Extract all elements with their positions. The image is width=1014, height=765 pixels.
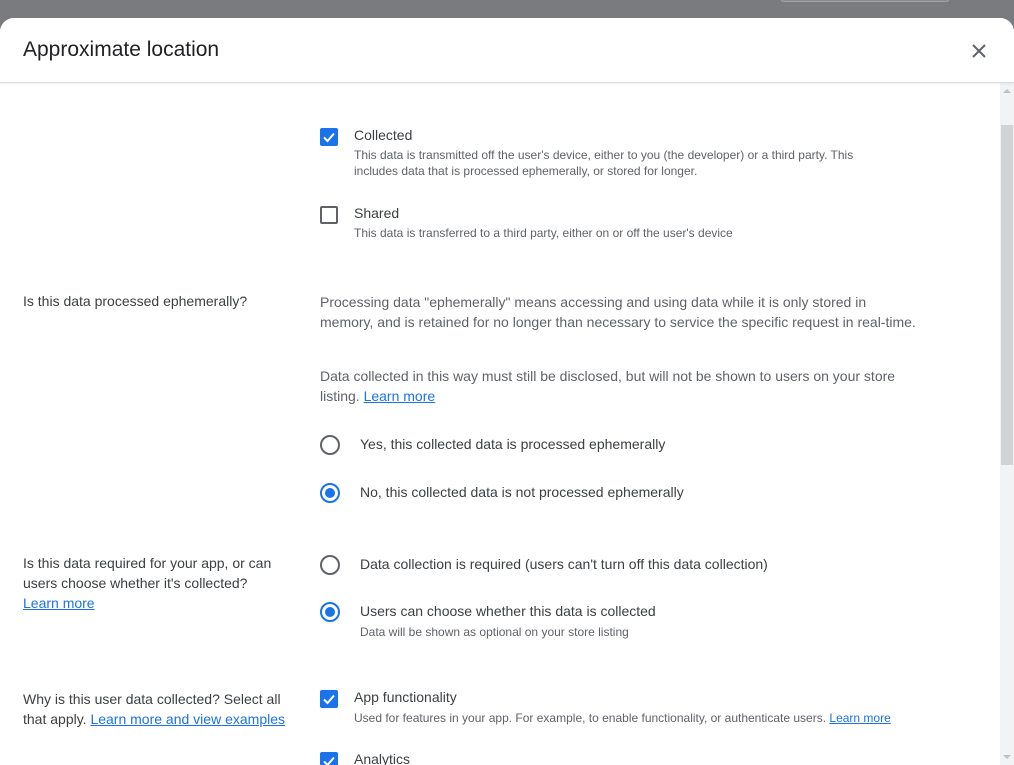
approximate-location-dialog: Approximate location Collected This data… [0,18,1014,765]
scrollbar-thumb[interactable] [1001,125,1013,465]
ephemeral-yes-radio[interactable] [320,435,340,455]
app-functionality-description-text: Used for features in your app. For examp… [354,711,827,725]
ephemeral-no-radio[interactable] [320,483,340,503]
dialog-header: Approximate location [0,18,1014,83]
check-icon [323,132,335,143]
ephemeral-learn-more-link[interactable]: Learn more [364,388,436,404]
shared-checkbox[interactable] [320,206,338,224]
scroll-up-arrow-icon[interactable] [1003,89,1011,93]
dialog-content: Collected This data is transmitted off t… [0,83,1000,765]
ephemeral-question: Is this data processed ephemerally? [23,293,248,309]
shared-label: Shared [354,205,400,221]
app-functionality-checkbox[interactable] [320,690,338,708]
required-learn-more-link[interactable]: Learn more [23,595,95,611]
required-question-text: Is this data required for your app, or c… [23,555,272,591]
close-icon [972,44,986,58]
optional-description: Data will be shown as optional on your s… [360,625,629,639]
optional-label: Users can choose whether this data is co… [360,603,656,619]
analytics-label: Analytics [354,751,411,765]
close-button[interactable] [966,38,992,64]
ephemeral-yes-label: Yes, this collected data is processed ep… [360,436,666,452]
collected-description: This data is transmitted off the user's … [354,148,854,178]
ephemeral-disclosure: Data collected in this way must still be… [320,366,920,406]
optional-radio[interactable] [320,602,340,622]
app-functionality-description: Used for features in your app. For examp… [354,710,954,726]
app-functionality-learn-more-link[interactable]: Learn more [829,711,890,725]
collected-checkbox[interactable] [320,128,338,146]
scroll-down-arrow-icon[interactable] [1003,755,1011,759]
dialog-title: Approximate location [23,38,220,61]
collected-label: Collected [354,127,413,143]
scrollbar[interactable] [1000,83,1014,765]
backdrop-field [780,0,950,2]
check-icon [323,694,335,705]
shared-description: This data is transferred to a third part… [354,226,733,240]
purpose-question: Why is this user data collected? Select … [23,689,298,729]
required-label: Data collection is required (users can't… [360,556,768,572]
check-icon [323,756,335,765]
required-radio[interactable] [320,555,340,575]
ephemeral-explanation: Processing data "ephemerally" means acce… [320,294,916,330]
app-functionality-label: App functionality [354,689,457,705]
purpose-learn-more-link[interactable]: Learn more and view examples [90,711,285,727]
analytics-checkbox[interactable] [320,752,338,765]
ephemeral-no-label: No, this collected data is not processed… [360,484,684,500]
required-question: Is this data required for your app, or c… [23,553,293,613]
